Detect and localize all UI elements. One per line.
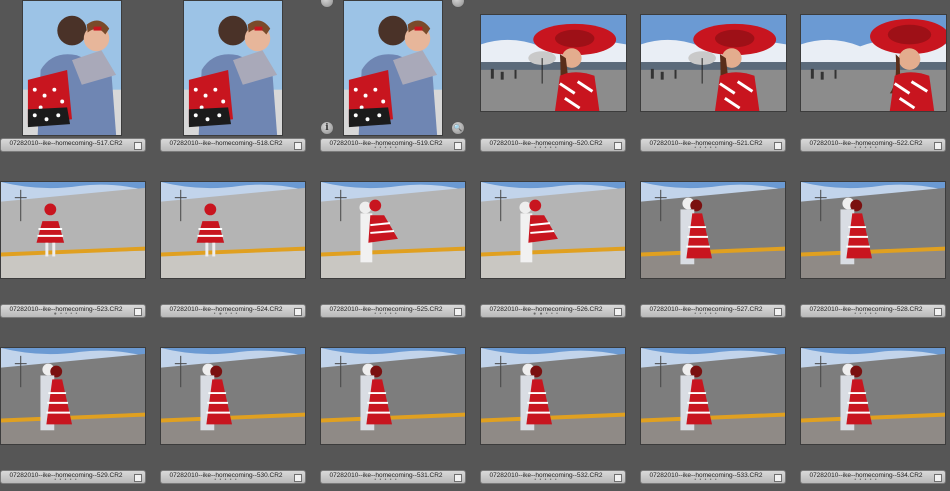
filename-label[interactable]: 07282010--ike--homecoming--523.CR2 ● • • … — [0, 304, 146, 318]
corner-button-icon[interactable] — [451, 0, 465, 8]
photo-thumbnail[interactable] — [320, 347, 466, 445]
rating-dots[interactable]: • • • • • — [801, 146, 931, 151]
select-checkbox[interactable] — [134, 308, 142, 316]
filename-label[interactable]: 07282010--ike--homecoming--517.CR2 — [0, 138, 146, 152]
filename-label[interactable]: 07282010--ike--homecoming--529.CR2 • • • … — [0, 470, 146, 484]
photo-thumbnail[interactable] — [480, 14, 627, 112]
select-checkbox[interactable] — [294, 142, 302, 150]
photo-thumbnail[interactable] — [480, 347, 626, 445]
rating-dots[interactable]: • • • • • — [641, 146, 771, 151]
select-checkbox[interactable] — [454, 474, 462, 482]
rating-dots[interactable]: • • • • • — [641, 478, 771, 483]
filename-label[interactable]: 07282010--ike--homecoming--534.CR2 • • • … — [800, 470, 946, 484]
rating-dots[interactable]: • • • • • — [801, 478, 931, 483]
rating-dots[interactable]: • • • • • — [321, 478, 451, 483]
photo-thumbnail[interactable] — [22, 0, 122, 136]
select-checkbox[interactable] — [614, 142, 622, 150]
filename-label[interactable]: 07282010--ike--homecoming--530.CR2 • • • … — [160, 470, 306, 484]
photo-thumbnail[interactable] — [640, 347, 786, 445]
select-checkbox[interactable] — [294, 474, 302, 482]
photo-thumbnail[interactable] — [320, 181, 466, 279]
rating-dots[interactable]: • ● • • • — [161, 312, 291, 317]
rating-dots[interactable]: • • • • • — [321, 312, 451, 317]
photo-thumbnail[interactable] — [160, 347, 306, 445]
filename-label[interactable]: 07282010--ike--homecoming--533.CR2 • • • … — [640, 470, 786, 484]
corner-button-icon[interactable] — [320, 0, 334, 8]
select-checkbox[interactable] — [294, 308, 302, 316]
filename-label[interactable]: 07282010--ike--homecoming--531.CR2 • • • … — [320, 470, 466, 484]
select-checkbox[interactable] — [774, 308, 782, 316]
select-checkbox[interactable] — [454, 142, 462, 150]
rating-dots[interactable]: • • • • • — [321, 146, 451, 151]
filename-label[interactable]: 07282010--ike--homecoming--521.CR2 • • • … — [640, 138, 786, 152]
rating-dots[interactable]: • • • • • — [1, 478, 131, 483]
rating-dots[interactable]: ● • • • • — [1, 312, 131, 317]
photo-thumbnail[interactable] — [0, 347, 146, 445]
zoom-icon[interactable]: 🔍 — [451, 121, 465, 135]
rating-dots[interactable]: ● ● • • • — [481, 312, 611, 317]
select-checkbox[interactable] — [454, 308, 462, 316]
select-checkbox[interactable] — [934, 308, 942, 316]
filename-label[interactable]: 07282010--ike--homecoming--518.CR2 — [160, 138, 306, 152]
photo-thumbnail[interactable] — [0, 181, 146, 279]
photo-thumbnail[interactable] — [800, 181, 946, 279]
rating-dots[interactable]: • • • • • — [481, 478, 611, 483]
info-icon[interactable]: i — [320, 121, 334, 135]
rating-dots[interactable]: • • • • • — [481, 146, 611, 151]
select-checkbox[interactable] — [134, 142, 142, 150]
filename-label[interactable]: 07282010--ike--homecoming--532.CR2 • • • … — [480, 470, 626, 484]
filename-label[interactable]: 07282010--ike--homecoming--525.CR2 • • • … — [320, 304, 466, 318]
select-checkbox[interactable] — [134, 474, 142, 482]
select-checkbox[interactable] — [934, 142, 942, 150]
rating-dots[interactable]: • • • • • — [161, 478, 291, 483]
photo-thumbnail[interactable] — [640, 14, 787, 112]
photo-thumbnail[interactable] — [800, 347, 946, 445]
filename-label[interactable]: 07282010--ike--homecoming--527.CR2 • • • … — [640, 304, 786, 318]
select-checkbox[interactable] — [774, 142, 782, 150]
filename-text: 07282010--ike--homecoming--518.CR2 — [169, 140, 283, 147]
select-checkbox[interactable] — [934, 474, 942, 482]
rating-dots[interactable]: • • • • • — [641, 312, 771, 317]
photo-thumbnail[interactable] — [183, 0, 283, 136]
filename-label[interactable]: 07282010--ike--homecoming--522.CR2 • • • … — [800, 138, 946, 152]
filename-label[interactable]: 07282010--ike--homecoming--524.CR2 • ● • … — [160, 304, 306, 318]
photo-thumbnail[interactable] — [800, 14, 947, 112]
photo-thumbnail[interactable] — [160, 181, 306, 279]
filename-label[interactable]: 07282010--ike--homecoming--519.CR2 • • • … — [320, 138, 466, 152]
select-checkbox[interactable] — [614, 474, 622, 482]
select-checkbox[interactable] — [774, 474, 782, 482]
filename-label[interactable]: 07282010--ike--homecoming--520.CR2 • • • … — [480, 138, 626, 152]
filename-text: 07282010--ike--homecoming--517.CR2 — [9, 140, 123, 147]
select-checkbox[interactable] — [614, 308, 622, 316]
photo-thumbnail[interactable] — [640, 181, 786, 279]
photo-thumbnail[interactable] — [480, 181, 626, 279]
photo-thumbnail[interactable] — [343, 0, 443, 136]
rating-dots[interactable]: • • • • • — [801, 312, 931, 317]
filename-label[interactable]: 07282010--ike--homecoming--526.CR2 ● ● • … — [480, 304, 626, 318]
filename-label[interactable]: 07282010--ike--homecoming--528.CR2 • • • … — [800, 304, 946, 318]
